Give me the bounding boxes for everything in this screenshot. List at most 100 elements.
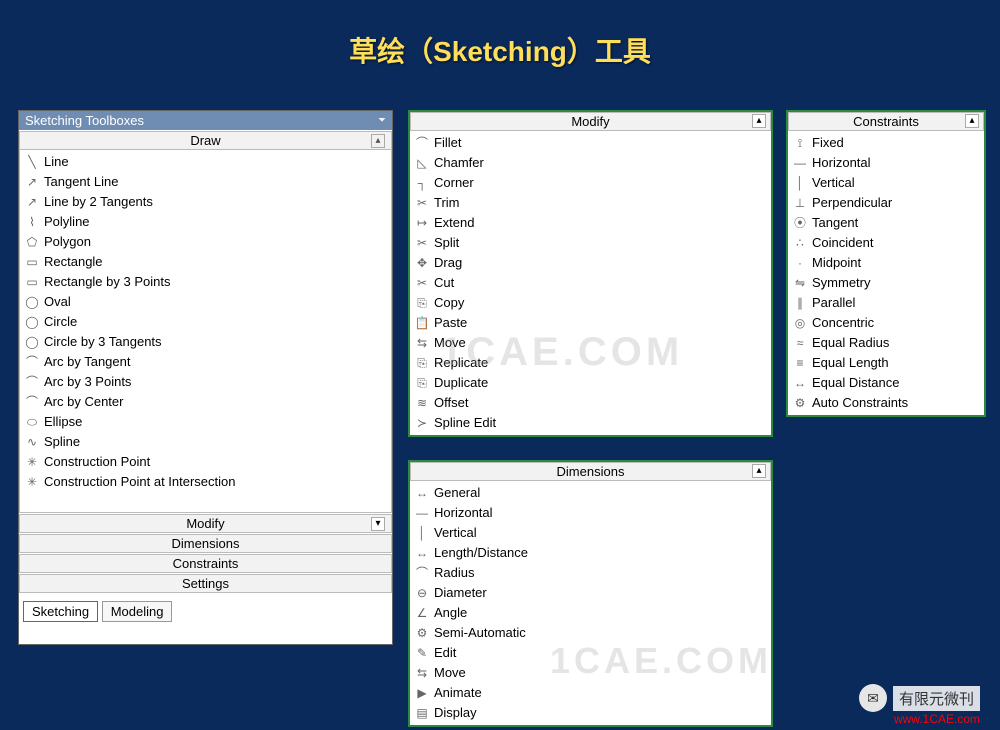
equal-distance-icon: ↔ (792, 373, 808, 393)
tool-item[interactable]: ◎Concentric (792, 313, 980, 333)
tool-item[interactable]: ∴Coincident (792, 233, 980, 253)
tool-item[interactable]: ◯Circle (24, 312, 387, 332)
tool-item[interactable]: ┐Corner (414, 173, 767, 193)
tool-item[interactable]: ✂Cut (414, 273, 767, 293)
tool-item[interactable]: ✎Edit (414, 643, 767, 663)
constraints-header[interactable]: Constraints ▴ (788, 112, 984, 131)
fixed-icon: ⟟ (792, 133, 808, 153)
tool-item[interactable]: ↔Length/Distance (414, 543, 767, 563)
tool-item[interactable]: ⎘Copy (414, 293, 767, 313)
tool-item[interactable]: ⬠Polygon (24, 232, 387, 252)
dimensions-header[interactable]: Dimensions ▴ (410, 462, 771, 481)
chevron-down-icon[interactable]: ▾ (371, 517, 385, 531)
tool-label: Parallel (812, 293, 855, 313)
tool-label: Perpendicular (812, 193, 892, 213)
tool-label: Diameter (434, 583, 487, 603)
spline-icon: ∿ (24, 432, 40, 452)
sketching-toolboxes-panel: Sketching Toolboxes ⏷ Draw ▴ ╲Line↗Tange… (18, 110, 393, 645)
tool-item[interactable]: —Horizontal (792, 153, 980, 173)
tool-item[interactable]: ⊥Perpendicular (792, 193, 980, 213)
accordion-dimensions[interactable]: Dimensions (19, 534, 392, 553)
tool-label: Rectangle by 3 Points (44, 272, 170, 292)
tab-sketching[interactable]: Sketching (23, 601, 98, 622)
tool-item[interactable]: ⟟Fixed (792, 133, 980, 153)
chevron-up-icon[interactable]: ▴ (965, 114, 979, 128)
section-draw-header[interactable]: Draw ▴ (19, 131, 392, 150)
tool-item[interactable]: ⇆Move (414, 663, 767, 683)
tool-item[interactable]: ⌒Arc by Tangent (24, 352, 387, 372)
ellipse-icon: ⬭ (24, 412, 40, 432)
tool-item[interactable]: ∥Parallel (792, 293, 980, 313)
tool-label: Duplicate (434, 373, 488, 393)
length-distance-icon: ↔ (414, 543, 430, 563)
tool-label: Replicate (434, 353, 488, 373)
tool-item[interactable]: 📋Paste (414, 313, 767, 333)
tool-label: Auto Constraints (812, 393, 908, 413)
tool-item[interactable]: ≡Equal Length (792, 353, 980, 373)
animate-icon: ▶ (414, 683, 430, 703)
chevron-up-icon[interactable]: ▴ (371, 134, 385, 148)
tool-item[interactable]: ↦Extend (414, 213, 767, 233)
tool-item[interactable]: │Vertical (414, 523, 767, 543)
tool-item[interactable]: ⊖Diameter (414, 583, 767, 603)
tool-item[interactable]: ≋Offset (414, 393, 767, 413)
tool-item[interactable]: ⇋Symmetry (792, 273, 980, 293)
tool-item[interactable]: ⌒Arc by 3 Points (24, 372, 387, 392)
tool-label: Midpoint (812, 253, 861, 273)
tool-item[interactable]: ⌒Radius (414, 563, 767, 583)
chevron-up-icon[interactable]: ▴ (752, 114, 766, 128)
tool-item[interactable]: ✂Split (414, 233, 767, 253)
edit-icon: ✎ (414, 643, 430, 663)
tool-item[interactable]: ◯Circle by 3 Tangents (24, 332, 387, 352)
tool-item[interactable]: ↔General (414, 483, 767, 503)
tool-item[interactable]: ⌒Fillet (414, 133, 767, 153)
tool-item[interactable]: ⬭Ellipse (24, 412, 387, 432)
midpoint-icon: · (792, 253, 808, 273)
tool-item[interactable]: ✳Construction Point (24, 452, 387, 472)
tool-item[interactable]: ▤Display (414, 703, 767, 723)
tool-item[interactable]: ∿Spline (24, 432, 387, 452)
trim-icon: ✂ (414, 193, 430, 213)
tool-item[interactable]: —Horizontal (414, 503, 767, 523)
coincident-icon: ∴ (792, 233, 808, 253)
tool-item[interactable]: │Vertical (792, 173, 980, 193)
accordion-modify[interactable]: Modify▾ (19, 514, 392, 533)
pin-icon[interactable]: ⏷ (378, 115, 386, 126)
tool-label: Polyline (44, 212, 90, 232)
tool-item[interactable]: ⦿Tangent (792, 213, 980, 233)
chevron-up-icon[interactable]: ▴ (752, 464, 766, 478)
tool-item[interactable]: ✳Construction Point at Intersection (24, 472, 387, 492)
cut-icon: ✂ (414, 273, 430, 293)
footer-text: 有限元微刊 (893, 686, 980, 711)
tool-item[interactable]: ∠Angle (414, 603, 767, 623)
modify-header[interactable]: Modify ▴ (410, 112, 771, 131)
tool-item[interactable]: ↔Equal Distance (792, 373, 980, 393)
tool-item[interactable]: ✂Trim (414, 193, 767, 213)
tool-item[interactable]: ≻Spline Edit (414, 413, 767, 433)
auto-constraints-icon: ⚙ (792, 393, 808, 413)
tool-item[interactable]: ⇆Move (414, 333, 767, 353)
tool-item[interactable]: ⚙Auto Constraints (792, 393, 980, 413)
tool-item[interactable]: ·Midpoint (792, 253, 980, 273)
tool-label: Drag (434, 253, 462, 273)
tool-item[interactable]: ↗Tangent Line (24, 172, 387, 192)
tool-item[interactable]: ◺Chamfer (414, 153, 767, 173)
tool-item[interactable]: ▭Rectangle (24, 252, 387, 272)
tool-item[interactable]: ⌒Arc by Center (24, 392, 387, 412)
tool-item[interactable]: ╲Line (24, 152, 387, 172)
tool-item[interactable]: ⎘Replicate (414, 353, 767, 373)
tab-modeling[interactable]: Modeling (102, 601, 173, 622)
accordion-settings[interactable]: Settings (19, 574, 392, 593)
tool-label: Arc by 3 Points (44, 372, 131, 392)
tool-item[interactable]: ⎘Duplicate (414, 373, 767, 393)
tool-item[interactable]: ▶Animate (414, 683, 767, 703)
tool-item[interactable]: ▭Rectangle by 3 Points (24, 272, 387, 292)
tool-item[interactable]: ◯Oval (24, 292, 387, 312)
tool-item[interactable]: ⌇Polyline (24, 212, 387, 232)
tool-item[interactable]: ↗Line by 2 Tangents (24, 192, 387, 212)
tool-item[interactable]: ✥Drag (414, 253, 767, 273)
tool-item[interactable]: ≈Equal Radius (792, 333, 980, 353)
tool-label: Spline (44, 432, 80, 452)
accordion-constraints[interactable]: Constraints (19, 554, 392, 573)
tool-item[interactable]: ⚙Semi-Automatic (414, 623, 767, 643)
